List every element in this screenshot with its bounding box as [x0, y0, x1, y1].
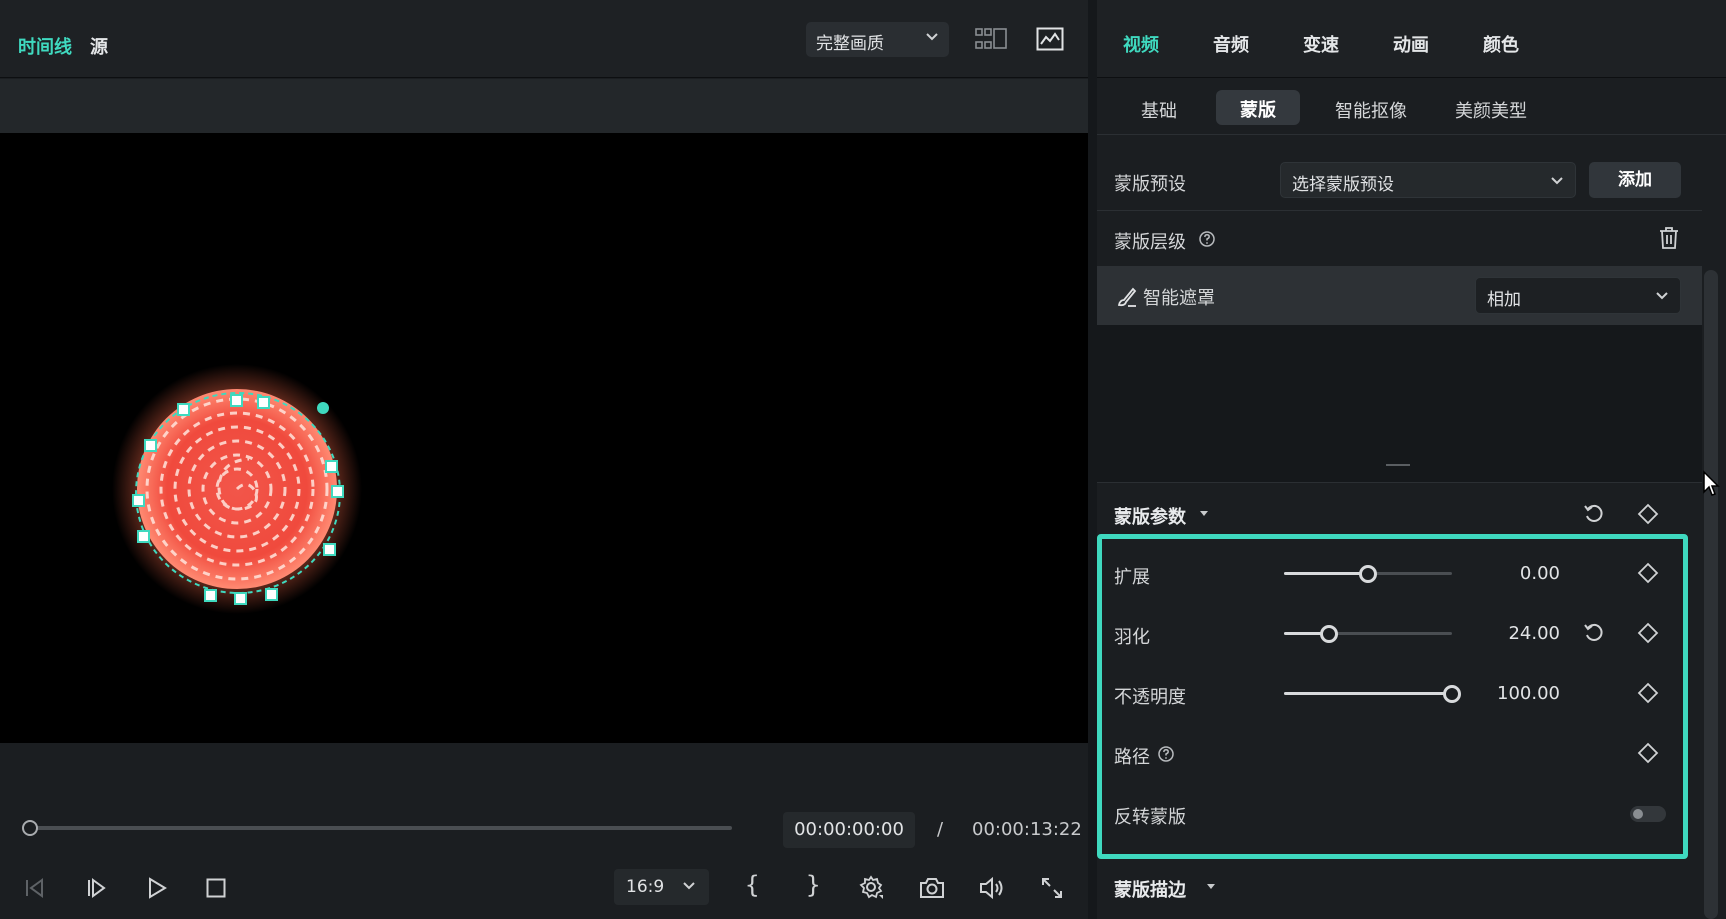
- mask-preset-label: 蒙版预设: [1114, 174, 1186, 195]
- total-duration: 00:00:13:22: [972, 819, 1082, 840]
- subtab-beauty[interactable]: 美颜美型: [1455, 97, 1527, 123]
- preview-header: 时间线 源 完整画质: [0, 0, 1088, 78]
- subtab-basic[interactable]: 基础: [1141, 97, 1177, 123]
- mask-layer-item[interactable]: 智能遮罩 相加: [1097, 266, 1702, 325]
- mouse-cursor-icon: [1703, 470, 1720, 496]
- aspect-ratio-value: 16:9: [626, 877, 665, 897]
- keyframe-icon[interactable]: [1637, 742, 1659, 764]
- mask-stroke-title[interactable]: 蒙版描边: [1114, 876, 1186, 902]
- feather-label: 羽化: [1114, 627, 1150, 648]
- opacity-value[interactable]: 100.00: [1470, 683, 1560, 704]
- keyframe-icon[interactable]: [1637, 682, 1659, 704]
- add-mask-button[interactable]: 添加: [1589, 162, 1681, 198]
- tab-timeline[interactable]: 时间线: [18, 33, 72, 59]
- chevron-down-icon: [1656, 292, 1668, 300]
- playback-scrubber-handle[interactable]: [22, 820, 38, 836]
- reset-icon[interactable]: [1583, 503, 1605, 525]
- subtab-mask[interactable]: 蒙版: [1216, 90, 1300, 125]
- mark-out-button[interactable]: }: [806, 871, 820, 899]
- snapshot-button[interactable]: [917, 873, 947, 903]
- chevron-down-icon: [683, 882, 695, 890]
- stop-icon: [206, 878, 226, 898]
- step-forward-icon: [88, 878, 106, 898]
- keyframe-icon[interactable]: [1637, 503, 1659, 525]
- blend-mode-select[interactable]: 相加: [1475, 277, 1681, 314]
- current-timecode[interactable]: 00:00:00:00: [783, 812, 915, 848]
- timecode-separator: /: [937, 819, 944, 840]
- expand-slider-fill: [1284, 572, 1368, 575]
- feather-slider-handle[interactable]: [1320, 625, 1338, 643]
- prev-frame-button[interactable]: [20, 873, 50, 903]
- settings-button[interactable]: [857, 873, 887, 903]
- path-label: 路径: [1114, 747, 1150, 768]
- stop-button[interactable]: [201, 873, 231, 903]
- playback-bar: 00:00:00:00 / 00:00:13:22 16:9 { }: [0, 743, 1088, 919]
- scope-image-icon[interactable]: [1036, 27, 1064, 51]
- feather-value[interactable]: 24.00: [1470, 623, 1560, 644]
- subtab-smart-cutout[interactable]: 智能抠像: [1335, 97, 1407, 123]
- chevron-down-icon: [926, 33, 938, 41]
- trash-icon[interactable]: [1658, 226, 1680, 250]
- mask-params-title[interactable]: 蒙版参数: [1114, 503, 1186, 529]
- preview-toolbar: [0, 79, 1088, 133]
- volume-button[interactable]: [977, 873, 1007, 903]
- mask-layer-list-empty: [1097, 325, 1702, 482]
- keyframe-icon[interactable]: [1637, 562, 1659, 584]
- inspector-main-tabs: 视频 音频 变速 动画 颜色: [1097, 0, 1726, 78]
- playback-scrubber-track[interactable]: [30, 826, 732, 830]
- toggle-knob: [1633, 809, 1643, 819]
- speaker-icon: [980, 876, 1003, 900]
- smart-mask-label: 智能遮罩: [1143, 288, 1215, 309]
- help-icon[interactable]: [1198, 230, 1216, 248]
- tab-color[interactable]: 颜色: [1483, 31, 1519, 57]
- tab-video[interactable]: 视频: [1123, 31, 1159, 57]
- divider: [1097, 482, 1702, 483]
- tab-source[interactable]: 源: [90, 33, 108, 59]
- reset-icon[interactable]: [1583, 622, 1605, 644]
- mask-preview-layer: [112, 364, 362, 614]
- opacity-label: 不透明度: [1114, 687, 1186, 708]
- mask-preset-placeholder: 选择蒙版预设: [1292, 175, 1394, 195]
- mask-preset-select[interactable]: 选择蒙版预设: [1280, 162, 1576, 198]
- resize-handle[interactable]: [1386, 464, 1410, 466]
- preview-panel: 时间线 源 完整画质 00:00:00:00 / 00:00:13:22 16:…: [0, 0, 1088, 919]
- inspector-scrollbar[interactable]: [1704, 270, 1718, 919]
- aspect-ratio-select[interactable]: 16:9: [614, 869, 709, 905]
- opacity-slider-fill: [1284, 692, 1452, 695]
- mask-level-label: 蒙版层级: [1114, 232, 1186, 253]
- blend-mode-value: 相加: [1487, 290, 1521, 310]
- inspector-sub-tabs: 基础 蒙版 智能抠像 美颜美型: [1097, 79, 1726, 135]
- expand-slider-handle[interactable]: [1359, 565, 1377, 583]
- opacity-slider-handle[interactable]: [1443, 685, 1461, 703]
- fullscreen-button[interactable]: [1037, 873, 1067, 903]
- caret-down-icon[interactable]: [1205, 881, 1217, 891]
- invert-mask-label: 反转蒙版: [1114, 807, 1186, 828]
- divider: [1097, 210, 1702, 211]
- expand-value[interactable]: 0.00: [1470, 563, 1560, 584]
- layout-grid-icon[interactable]: [975, 28, 1007, 50]
- keyframe-icon[interactable]: [1637, 622, 1659, 644]
- play-icon: [149, 877, 167, 899]
- help-icon[interactable]: [1157, 745, 1175, 763]
- camera-icon: [920, 878, 944, 898]
- mask-rotate-handle[interactable]: [317, 402, 329, 414]
- step-back-icon: [26, 878, 43, 898]
- caret-down-icon[interactable]: [1198, 508, 1210, 518]
- play-button[interactable]: [142, 873, 172, 903]
- tab-animation[interactable]: 动画: [1393, 31, 1429, 57]
- invert-mask-toggle[interactable]: [1630, 806, 1666, 822]
- tab-audio[interactable]: 音频: [1213, 31, 1249, 57]
- gear-icon: [859, 875, 883, 899]
- quality-select-value: 完整画质: [816, 34, 884, 54]
- preview-canvas[interactable]: [0, 133, 1088, 743]
- expand-label: 扩展: [1114, 567, 1150, 588]
- mark-in-button[interactable]: {: [745, 871, 759, 899]
- tab-speed[interactable]: 变速: [1303, 31, 1339, 57]
- chevron-down-icon: [1551, 177, 1563, 185]
- expand-icon: [1042, 878, 1062, 898]
- brush-icon: [1117, 287, 1137, 307]
- next-frame-button[interactable]: [82, 873, 112, 903]
- quality-select[interactable]: 完整画质: [806, 22, 949, 57]
